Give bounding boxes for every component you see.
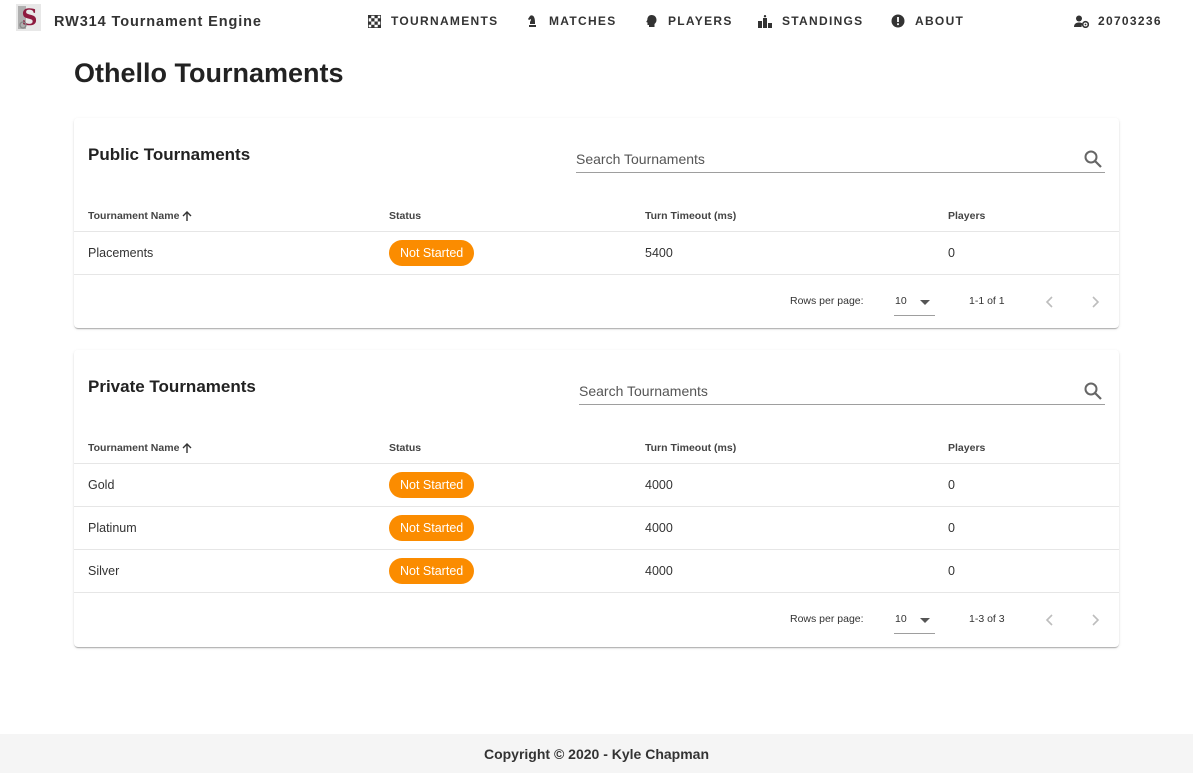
player-count: 0 — [948, 478, 955, 492]
rows-per-page-label: Rows per page: — [790, 613, 864, 625]
arrow-up-icon[interactable] — [181, 442, 193, 454]
caret-down-icon — [920, 618, 930, 623]
rows-per-page-label: Rows per page: — [790, 295, 864, 307]
status-badge: Not Started — [389, 472, 475, 498]
pagination-range: 1-1 of 1 — [969, 295, 1005, 307]
table-header: Tournament Name Status Turn Timeout (ms)… — [74, 202, 1119, 232]
next-page-button[interactable] — [1081, 288, 1109, 316]
public-tournaments-card: Public Tournaments Tournament Name Statu… — [74, 118, 1119, 328]
nav-label: PLAYERS — [668, 14, 733, 28]
player-count: 0 — [948, 564, 955, 578]
caret-down-icon — [920, 300, 930, 305]
private-tournaments-card: Private Tournaments Tournament Name Stat… — [74, 350, 1119, 647]
copyright-text: Copyright © 2020 - Kyle Chapman — [483, 746, 710, 762]
column-label: Players — [948, 442, 986, 454]
tournament-name: Placements — [88, 246, 154, 260]
top-app-bar: S RW314 Tournament Engine TOURNAMENTS MA… — [0, 0, 1193, 42]
status-badge: Not Started — [389, 515, 475, 541]
player-count: 0 — [948, 246, 955, 260]
nav-standings[interactable]: STANDINGS — [757, 12, 863, 30]
arrow-up-icon[interactable] — [181, 210, 193, 222]
chevron-right-icon — [1092, 614, 1100, 626]
nav-about[interactable]: ABOUT — [890, 12, 964, 30]
table-pagination: Rows per page: 10 1-1 of 1 — [74, 276, 1119, 328]
column-label: Tournament Name — [88, 442, 180, 454]
column-header-status[interactable]: Status — [389, 210, 421, 222]
nav-label: MATCHES — [549, 14, 617, 28]
page-title: Othello Tournaments — [74, 58, 344, 88]
column-header-turn-timeout[interactable]: Turn Timeout (ms) — [645, 210, 736, 222]
turn-timeout: 4000 — [645, 521, 673, 535]
chess-knight-icon — [524, 13, 540, 29]
public-search — [576, 147, 1105, 173]
private-tournaments-title: Private Tournaments — [88, 377, 256, 396]
turn-timeout: 4000 — [645, 478, 673, 492]
nav-players[interactable]: PLAYERS — [643, 12, 733, 30]
column-header-players[interactable]: Players — [948, 442, 985, 454]
app-title: RW314 Tournament Engine — [54, 14, 262, 30]
chevron-left-icon — [1045, 614, 1053, 626]
previous-page-button[interactable] — [1036, 288, 1064, 316]
table-header: Tournament Name Status Turn Timeout (ms)… — [74, 434, 1119, 464]
turn-timeout: 4000 — [645, 564, 673, 578]
user-settings-icon — [1073, 13, 1089, 29]
public-search-input[interactable] — [576, 147, 1063, 171]
head-icon — [643, 13, 659, 29]
turn-timeout: 5400 — [645, 246, 673, 260]
rows-per-page-select[interactable]: 10 — [894, 288, 935, 316]
chevron-right-icon — [1092, 296, 1100, 308]
column-label: Tournament Name — [88, 210, 180, 222]
nav-matches[interactable]: MATCHES — [524, 12, 617, 30]
rows-per-page-value: 10 — [895, 613, 907, 625]
chevron-left-icon — [1045, 296, 1053, 308]
tournament-name: Gold — [88, 478, 115, 492]
column-header-status[interactable]: Status — [389, 442, 421, 454]
previous-page-button[interactable] — [1036, 606, 1064, 634]
nav-label: STANDINGS — [782, 14, 864, 28]
search-icon[interactable] — [1083, 149, 1103, 169]
column-label: Turn Timeout (ms) — [645, 210, 737, 222]
table-pagination: Rows per page: 10 1-3 of 3 — [74, 594, 1119, 646]
podium-icon — [757, 13, 773, 29]
column-label: Status — [389, 442, 422, 454]
column-label: Turn Timeout (ms) — [645, 442, 737, 454]
user-account-button[interactable]: 20703236 — [1073, 12, 1162, 30]
table-row[interactable]: Placements Not Started 5400 0 — [74, 232, 1119, 275]
rows-per-page-value: 10 — [895, 295, 907, 307]
logo-icon: S — [16, 4, 41, 31]
footer: Copyright © 2020 - Kyle Chapman — [0, 734, 1193, 773]
column-label: Status — [389, 210, 422, 222]
private-search — [579, 379, 1105, 405]
player-count: 0 — [948, 521, 955, 535]
private-search-input[interactable] — [579, 379, 1063, 403]
user-id-label: 20703236 — [1098, 14, 1162, 28]
table-row[interactable]: Platinum Not Started 4000 0 — [74, 507, 1119, 550]
svg-text:S: S — [22, 5, 38, 31]
tournament-name: Platinum — [88, 521, 137, 535]
nav-tournaments[interactable]: TOURNAMENTS — [366, 12, 498, 30]
column-header-tournament-name[interactable]: Tournament Name — [88, 442, 193, 454]
brand[interactable]: S RW314 Tournament Engine — [16, 4, 261, 31]
public-tournaments-title: Public Tournaments — [88, 145, 251, 164]
column-header-turn-timeout[interactable]: Turn Timeout (ms) — [645, 442, 736, 454]
column-label: Players — [948, 210, 986, 222]
info-exclamation-icon — [890, 13, 906, 29]
next-page-button[interactable] — [1081, 606, 1109, 634]
nav-label: ABOUT — [915, 14, 965, 28]
checkerboard-icon — [366, 13, 382, 29]
rows-per-page-select[interactable]: 10 — [894, 606, 935, 634]
table-row[interactable]: Gold Not Started 4000 0 — [74, 464, 1119, 507]
pagination-range: 1-3 of 3 — [969, 613, 1005, 625]
column-header-tournament-name[interactable]: Tournament Name — [88, 210, 193, 222]
column-header-players[interactable]: Players — [948, 210, 985, 222]
status-badge: Not Started — [389, 240, 475, 266]
search-icon[interactable] — [1083, 381, 1103, 401]
nav-label: TOURNAMENTS — [391, 14, 499, 28]
table-row[interactable]: Silver Not Started 4000 0 — [74, 550, 1119, 593]
status-badge: Not Started — [389, 558, 475, 584]
tournament-name: Silver — [88, 564, 120, 578]
